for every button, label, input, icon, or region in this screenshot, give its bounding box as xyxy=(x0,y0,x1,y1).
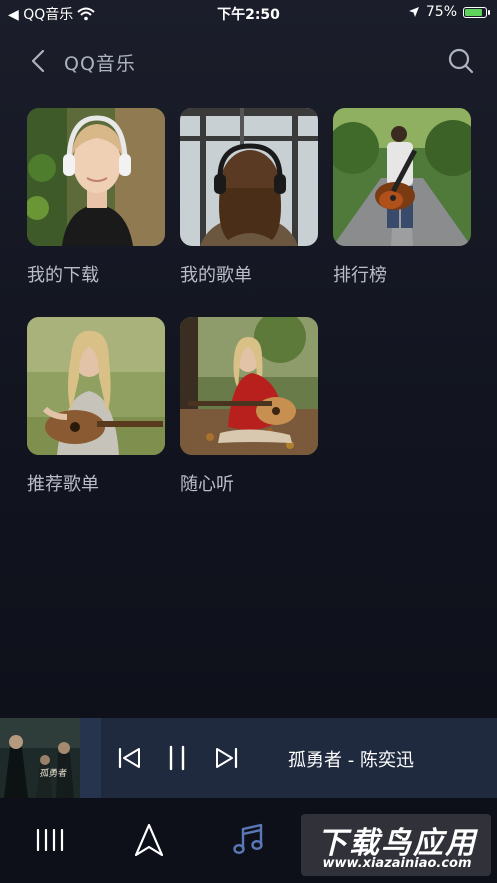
battery-fill xyxy=(465,8,482,16)
navigation-icon[interactable] xyxy=(129,820,169,860)
previous-icon[interactable] xyxy=(116,744,144,772)
page-title: QQ音乐 xyxy=(64,53,136,75)
grid-item-random-listen[interactable]: 随心听 xyxy=(180,317,318,496)
battery-percent: 75% xyxy=(425,4,457,20)
grid-item-label: 我的歌单 xyxy=(180,265,252,286)
grid-item-label: 我的下载 xyxy=(27,265,99,286)
pause-icon[interactable] xyxy=(163,744,191,772)
grid-item-label: 推荐歌单 xyxy=(27,474,99,495)
now-playing-title[interactable]: 孤勇者 - 陈奕迅 xyxy=(288,746,414,772)
bottom-nav: 下载鸟应用 www.xiazainiao.com xyxy=(0,798,497,883)
album-cover[interactable]: 孤勇者 xyxy=(0,718,80,798)
recommended-playlists-thumbnail xyxy=(27,317,165,455)
status-bar: ◀ QQ音乐 下午2:50 75% xyxy=(0,0,497,26)
mini-player[interactable]: 孤勇者 孤勇者 - 陈奕迅 xyxy=(0,718,497,798)
grid-item-charts[interactable]: 排行榜 xyxy=(333,108,471,287)
header: QQ音乐 xyxy=(0,44,497,78)
location-icon xyxy=(408,7,419,17)
my-downloads-thumbnail xyxy=(27,108,165,246)
charts-thumbnail xyxy=(333,108,471,246)
grid-item-label: 排行榜 xyxy=(333,265,387,286)
battery-icon xyxy=(463,6,490,18)
equalizer-icon[interactable] xyxy=(30,820,70,860)
random-listen-thumbnail xyxy=(180,317,318,455)
player-accent xyxy=(80,718,101,798)
my-playlists-thumbnail xyxy=(180,108,318,246)
grid-item-my-downloads[interactable]: 我的下载 xyxy=(27,108,165,287)
grid-item-recommended-playlists[interactable]: 推荐歌单 xyxy=(27,317,165,496)
next-icon[interactable] xyxy=(212,744,240,772)
music-note-icon[interactable] xyxy=(229,820,269,860)
search-icon[interactable] xyxy=(447,47,475,75)
watermark-logo: 下载鸟应用 www.xiazainiao.com xyxy=(301,814,491,876)
grid-item-my-playlists[interactable]: 我的歌单 xyxy=(180,108,318,287)
watermark-url: www.xiazainiao.com xyxy=(322,856,472,871)
grid-item-label: 随心听 xyxy=(180,474,234,495)
album-cover-text: 孤勇者 xyxy=(39,769,68,779)
chevron-left-icon[interactable] xyxy=(26,48,52,74)
